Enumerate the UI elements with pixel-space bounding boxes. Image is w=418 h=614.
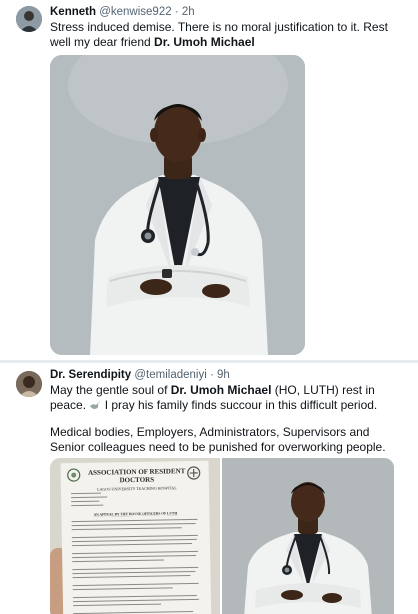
doctor-portrait-image-small[interactable] <box>222 458 394 614</box>
letter-heading: ASSOCIATION OF RESIDENT DOCTORS LAGOS UN… <box>77 467 197 494</box>
avatar[interactable] <box>16 6 42 32</box>
letter-title: AN APPEAL BY THE HOUSE OFFICERS OF LUTH <box>93 511 178 517</box>
avatar[interactable] <box>16 371 42 397</box>
tweet-header: Dr. Serendipity @temiladeniyi · 9h <box>50 369 230 381</box>
separator-dot: · <box>209 369 214 381</box>
author-name[interactable]: Kenneth <box>50 6 96 18</box>
tweet-paragraph-1: May the gentle soul of Dr. Umoh Michael … <box>50 383 400 413</box>
author-handle[interactable]: @temiladeniyi <box>134 369 206 381</box>
tweet-paragraph-2: Medical bodies, Employers, Administrator… <box>50 425 386 454</box>
tweet-header: Kenneth @kenwise922 · 2h <box>50 6 195 18</box>
tweet-text-part: I pray his family finds succour in this … <box>101 398 378 412</box>
tweet-kenneth[interactable]: Kenneth @kenwise922 · 2h Stress induced … <box>0 0 418 360</box>
letter-image[interactable]: ASSOCIATION OF RESIDENT DOCTORS LAGOS UN… <box>50 458 220 614</box>
tweet-time[interactable]: 9h <box>217 369 230 381</box>
tweet-text-part: May the gentle soul of <box>50 383 171 397</box>
tweet-text: Stress induced demise. There is no moral… <box>50 20 400 50</box>
separator-dot: · <box>174 6 179 18</box>
dove-icon <box>89 399 101 411</box>
tweet-text: May the gentle soul of Dr. Umoh Michael … <box>50 383 400 455</box>
tweet-text-bold: Dr. Umoh Michael <box>154 35 255 49</box>
tweet-time[interactable]: 2h <box>182 6 195 18</box>
letter-heading-line: ASSOCIATION OF RESIDENT DOCTORS <box>88 467 186 485</box>
appeal-letter: ASSOCIATION OF RESIDENT DOCTORS LAGOS UN… <box>60 460 212 614</box>
doctor-portrait-image[interactable] <box>50 55 305 355</box>
tweet-dr-serendipity[interactable]: Dr. Serendipity @temiladeniyi · 9h May t… <box>0 360 418 614</box>
tweet-text-bold: Dr. Umoh Michael <box>170 383 272 397</box>
author-handle[interactable]: @kenwise922 <box>99 6 171 18</box>
author-name[interactable]: Dr. Serendipity <box>50 369 131 381</box>
